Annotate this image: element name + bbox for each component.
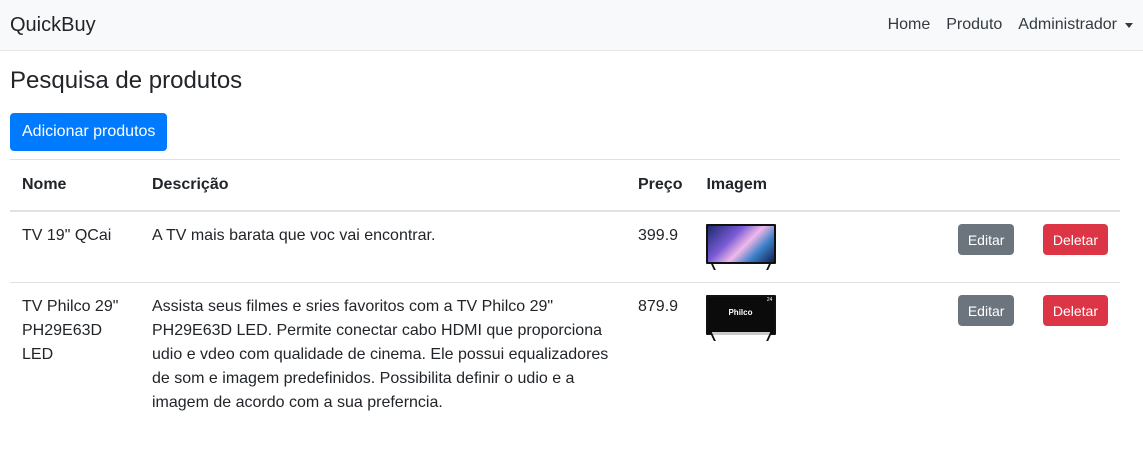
delete-button[interactable]: Deletar — [1042, 295, 1108, 327]
header-imagem: Imagem — [694, 159, 809, 213]
tv-screen — [706, 224, 777, 265]
cell-imagem — [694, 210, 809, 283]
nav-home-link[interactable]: Home — [888, 13, 931, 37]
cell-actions: Editar Deletar — [808, 282, 1120, 428]
brand-link[interactable]: QuickBuy — [10, 10, 96, 40]
tv-size-badge: 24 — [766, 297, 773, 304]
tv-brand-logo: Philco — [728, 308, 753, 318]
caret-down-icon — [1125, 22, 1133, 28]
table-row: TV Philco 29" PH29E63D LED Assista seus … — [10, 282, 1120, 428]
header-descricao: Descrição — [140, 159, 626, 213]
header-preco: Preço — [626, 159, 695, 213]
add-products-button[interactable]: Adicionar produtos — [10, 113, 168, 152]
cell-descricao: Assista seus filmes e sries favoritos co… — [140, 282, 626, 428]
cell-actions: Editar Deletar — [808, 210, 1120, 283]
edit-button[interactable]: Editar — [957, 295, 1015, 327]
cell-preco: 399.9 — [626, 210, 695, 283]
cell-imagem: 24 Philco — [694, 282, 809, 428]
cell-nome: TV 19" QCai — [10, 210, 140, 283]
table-row: TV 19" QCai A TV mais barata que voc vai… — [10, 210, 1120, 283]
products-table: Nome Descrição Preço Imagem TV 19" QCai … — [10, 159, 1120, 428]
page-title: Pesquisa de produtos — [10, 67, 243, 94]
header-actions — [808, 159, 1120, 213]
navbar: QuickBuy Home Produto Administrador — [0, 0, 1143, 51]
main-content: Pesquisa de produtos Adicionar produtos … — [0, 65, 1143, 428]
cell-descricao: A TV mais barata que voc vai encontrar. — [140, 210, 626, 283]
nav-produto-link[interactable]: Produto — [946, 13, 1002, 37]
table-header-row: Nome Descrição Preço Imagem — [10, 159, 1120, 213]
nav-administrador-dropdown[interactable]: Administrador — [1018, 13, 1133, 37]
tv-info-bar — [712, 332, 771, 336]
edit-button[interactable]: Editar — [957, 224, 1015, 256]
header-nome: Nome — [10, 159, 140, 213]
nav-administrador-label: Administrador — [1018, 16, 1117, 33]
tv-thumbnail-icon: 24 Philco — [706, 295, 777, 342]
nav-links: Home Produto Administrador — [872, 13, 1133, 37]
cell-preco: 879.9 — [626, 282, 695, 428]
tv-thumbnail-icon — [706, 224, 777, 271]
cell-nome: TV Philco 29" PH29E63D LED — [10, 282, 140, 428]
delete-button[interactable]: Deletar — [1042, 224, 1108, 256]
